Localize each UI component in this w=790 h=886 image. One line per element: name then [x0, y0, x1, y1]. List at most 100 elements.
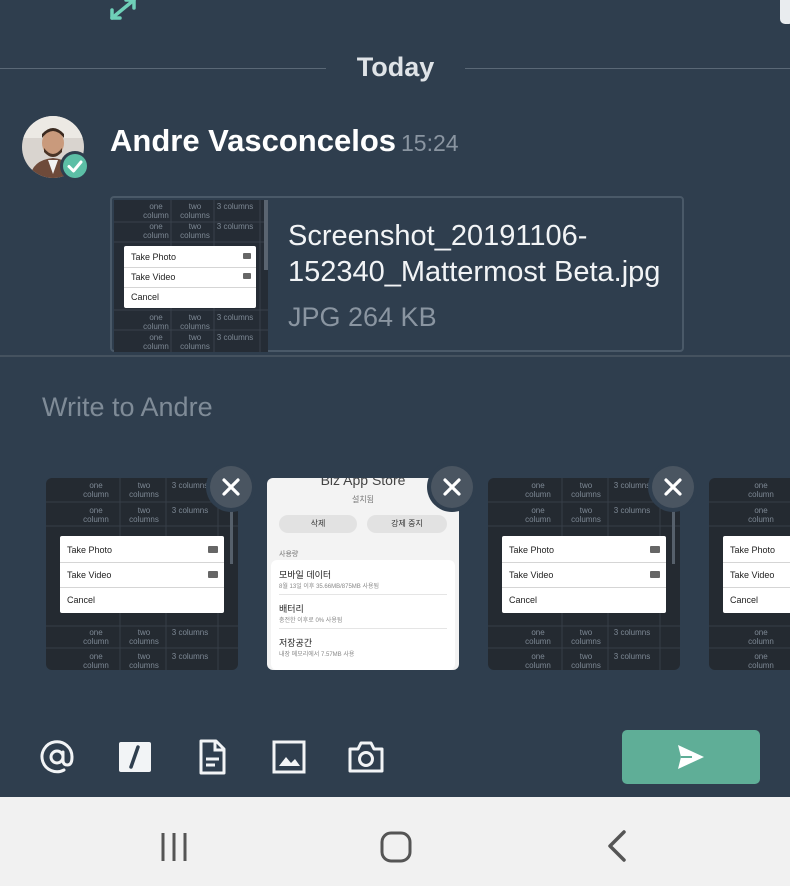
- grid-cell: one column: [83, 652, 109, 670]
- file-icon[interactable]: [193, 738, 231, 776]
- attachment-preview[interactable]: Biz App Store 설치됨 삭제 강제 중지 사용량 모바일 데이터 8…: [267, 478, 459, 670]
- checkmark-icon: [67, 160, 83, 173]
- video-icon: [243, 273, 251, 279]
- usage-item: 저장공간: [279, 638, 313, 648]
- grid-cell: one column: [143, 313, 169, 331]
- grid-cell: two columns: [129, 628, 159, 646]
- app-subtitle: 설치됨: [351, 495, 375, 504]
- grid-cell: one column: [525, 506, 551, 524]
- menu-item: Cancel: [131, 292, 160, 302]
- usage-card: 모바일 데이터 8월 13일 이후 35.66MB/875MB 사용됨 배터리 …: [271, 560, 455, 670]
- grid-cell: 3 columns: [613, 628, 651, 637]
- grid-cell: one column: [525, 628, 551, 646]
- menu-item: Cancel: [730, 595, 759, 605]
- grid-cell: 3 columns: [171, 506, 209, 515]
- video-icon: [208, 571, 218, 578]
- usage-item-sub: 내장 메모리에서 7.57MB 사용: [279, 652, 355, 658]
- status-badge: [60, 151, 90, 181]
- navigation-bar: [0, 797, 790, 886]
- remove-attachment-button[interactable]: [431, 466, 473, 508]
- camera-icon: [243, 253, 251, 259]
- usage-item: 배터리: [279, 604, 304, 614]
- close-icon: [222, 478, 240, 496]
- grid-cell: two columns: [571, 628, 601, 646]
- action-menu: Take Photo Take Video Cancel: [124, 246, 256, 308]
- post-author[interactable]: Andre Vasconcelos: [110, 123, 396, 159]
- grid-cell: two columns: [571, 652, 601, 670]
- attachment-preview[interactable]: one column two columns 3 columns one col…: [46, 478, 238, 670]
- remove-attachment-button[interactable]: [652, 466, 694, 508]
- camera-icon: [650, 546, 660, 553]
- back-icon[interactable]: [606, 830, 628, 867]
- grid-cell: two columns: [129, 481, 159, 499]
- divider: [0, 68, 326, 69]
- grid-cell: 3 columns: [216, 202, 254, 211]
- grid-cell: two columns: [180, 333, 210, 351]
- grid-cell: 3 columns: [613, 481, 651, 490]
- file-attachment[interactable]: one column two columns 3 columns one col…: [110, 196, 684, 352]
- divider: [279, 628, 447, 629]
- grid-cell: two columns: [180, 202, 210, 220]
- grid-cell: one column: [748, 628, 774, 646]
- camera-icon[interactable]: [347, 738, 385, 776]
- attachment-thumbnail[interactable]: one column two columns 3 columns one col…: [114, 200, 268, 352]
- expand-arrows-icon[interactable]: [106, 0, 140, 24]
- grid-cell: two columns: [571, 481, 601, 499]
- remove-attachment-button[interactable]: [210, 466, 252, 508]
- post-timestamp: 15:24: [401, 130, 459, 156]
- grid-cell: two columns: [129, 652, 159, 670]
- menu-item: Take Photo: [502, 538, 666, 563]
- usage-item-sub: 8월 13일 이후 35.66MB/875MB 사용됨: [279, 584, 380, 590]
- menu-item: Take Video: [502, 563, 666, 588]
- camera-icon: [208, 546, 218, 553]
- image-icon[interactable]: [270, 738, 308, 776]
- home-icon[interactable]: [380, 831, 412, 868]
- recent-apps-icon[interactable]: [160, 833, 190, 866]
- grid-cell: two columns: [180, 313, 210, 331]
- grid-cell: one column: [748, 481, 774, 499]
- grid-cell: 3 columns: [216, 222, 254, 231]
- grid-cell: one column: [748, 506, 774, 524]
- force-stop-button: 강제 중지: [367, 515, 447, 533]
- grid-cell: 3 columns: [171, 652, 209, 661]
- menu-item: Take Photo: [124, 248, 256, 268]
- message-input[interactable]: Write to Andre: [42, 392, 213, 423]
- grid-cell: two columns: [180, 222, 210, 240]
- menu-item: Take Photo: [723, 538, 790, 563]
- section-label: 사용량: [279, 551, 299, 558]
- divider: [279, 594, 447, 595]
- grid-cell: one column: [748, 652, 774, 670]
- grid-cell: 3 columns: [171, 628, 209, 637]
- grid-cell: one column: [83, 506, 109, 524]
- action-menu: Take Photo Take Video Cancel: [502, 536, 666, 613]
- grid-cell: 3 columns: [216, 313, 254, 322]
- grid-cell: one column: [83, 628, 109, 646]
- usage-item: 모바일 데이터: [279, 570, 332, 580]
- menu-item: Take Video: [124, 268, 256, 288]
- attachment-preview[interactable]: one column one column one column one col…: [709, 478, 790, 670]
- send-button[interactable]: [622, 730, 760, 784]
- top-edge-handle: [780, 0, 790, 24]
- action-menu: Take Photo Take Video Cancel: [60, 536, 224, 613]
- grid-cell: one column: [143, 222, 169, 240]
- uninstall-button: 삭제: [279, 515, 357, 533]
- menu-item: Take Video: [60, 563, 224, 588]
- at-mention-icon[interactable]: [38, 738, 76, 776]
- grid-cell: one column: [143, 333, 169, 351]
- usage-item-sub: 충전한 이후로 0% 사용됨: [279, 618, 343, 624]
- grid-cell: 3 columns: [613, 652, 651, 661]
- menu-item: Cancel: [509, 595, 538, 605]
- composer-divider: [0, 355, 790, 357]
- grid-cell: one column: [143, 202, 169, 220]
- file-name[interactable]: Screenshot_20191106-152340_Mattermost Be…: [288, 218, 678, 290]
- grid-cell: two columns: [571, 506, 601, 524]
- menu-item: Cancel: [67, 595, 96, 605]
- attachment-preview[interactable]: one column two columns 3 columns one col…: [488, 478, 680, 670]
- slash-command-icon[interactable]: [116, 738, 154, 776]
- date-label: Today: [356, 52, 435, 82]
- send-icon: [678, 745, 704, 769]
- grid-cell: one column: [83, 481, 109, 499]
- close-icon: [443, 478, 461, 496]
- grid-cell: one column: [525, 652, 551, 670]
- file-meta: JPG 264 KB: [288, 302, 437, 332]
